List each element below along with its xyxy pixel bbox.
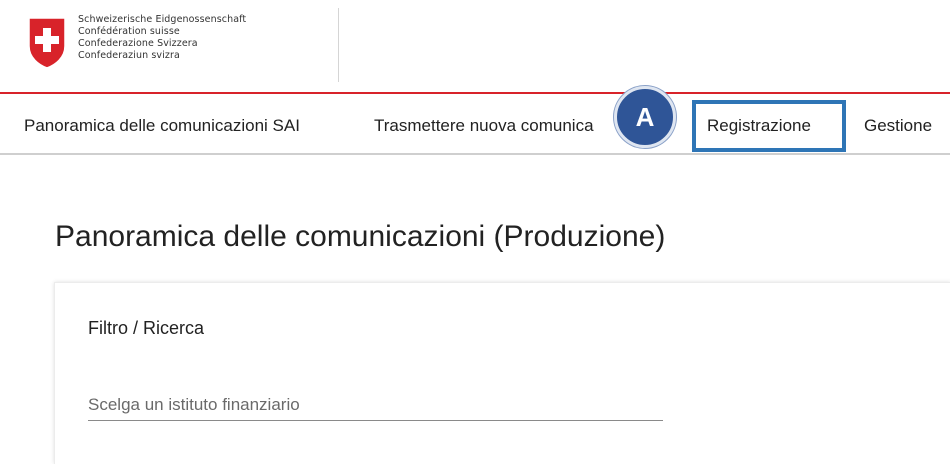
- site-header: Schweizerische Eidgenossenschaft Confédé…: [0, 0, 950, 92]
- filter-card: [54, 282, 950, 464]
- logo-line-de: Schweizerische Eidgenossenschaft: [78, 14, 247, 25]
- logo-line-it: Confederazione Svizzera: [78, 38, 198, 49]
- logo-line-rm: Confederaziun svizra: [78, 50, 180, 61]
- swiss-cross-shield-icon[interactable]: [27, 16, 67, 70]
- confederation-name: Schweizerische Eidgenossenschaft Confédé…: [78, 14, 246, 62]
- page-title: Panoramica delle comunicazioni (Produzio…: [55, 220, 666, 253]
- nav-item-trasmettere[interactable]: Trasmettere nuova comunica: [374, 116, 594, 136]
- nav-item-panoramica-sai[interactable]: Panoramica delle comunicazioni SAI: [24, 116, 300, 136]
- filter-title: Filtro / Ricerca: [88, 318, 205, 338]
- nav-divider: [0, 153, 950, 155]
- institution-search-input[interactable]: [88, 390, 663, 421]
- annotation-badge-a: A: [614, 86, 676, 148]
- nav-item-gestione[interactable]: Gestione: [864, 116, 932, 136]
- header-divider: [338, 8, 339, 82]
- registrazione-highlight-frame: [692, 100, 846, 152]
- logo-line-fr: Confédération suisse: [78, 26, 180, 37]
